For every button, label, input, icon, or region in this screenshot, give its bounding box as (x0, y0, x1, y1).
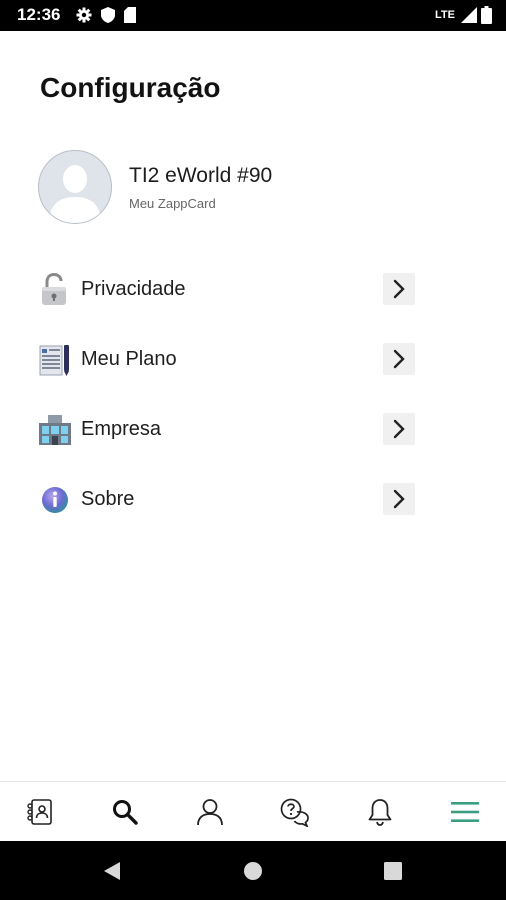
company-building-icon (39, 415, 71, 445)
system-navigation-bar (0, 841, 506, 900)
chevron-right-icon (393, 279, 405, 299)
menu-item-label: Privacidade (81, 278, 186, 300)
status-bar: 12:36 LTE (0, 0, 506, 31)
menu-item-meu-plano[interactable]: Meu Plano (38, 337, 418, 381)
nav-search-button[interactable] (107, 794, 143, 830)
status-notification-icons (76, 7, 136, 23)
profile-card[interactable]: TI2 eWorld #90 Meu ZappCard (38, 150, 478, 226)
plan-document-icon (39, 345, 69, 376)
nav-notifications-button[interactable] (362, 794, 398, 830)
profile-subtitle: Meu ZappCard (129, 196, 216, 211)
chevron-right-button[interactable] (383, 483, 415, 515)
settings-gear-icon (76, 7, 92, 23)
avatar[interactable] (38, 150, 112, 224)
menu-item-sobre[interactable]: Sobre (38, 477, 418, 521)
chevron-right-icon (393, 419, 405, 439)
bottom-navigation (0, 781, 506, 842)
recents-icon[interactable] (381, 859, 405, 883)
network-type: LTE (435, 9, 455, 21)
menu-item-label: Meu Plano (81, 348, 177, 370)
bell-icon (368, 799, 392, 826)
battery-icon (481, 6, 492, 24)
help-chat-icon (280, 798, 309, 827)
status-time: 12:36 (17, 5, 61, 24)
menu-icon (451, 802, 479, 822)
nav-menu-button[interactable] (447, 794, 483, 830)
sd-card-icon (124, 7, 136, 23)
nav-contacts-button[interactable] (22, 794, 58, 830)
back-icon[interactable] (100, 859, 124, 883)
menu-item-label: Empresa (81, 418, 162, 440)
menu-item-privacidade[interactable]: Privacidade (38, 267, 418, 311)
home-icon[interactable] (241, 859, 265, 883)
chevron-right-icon (393, 489, 405, 509)
nav-profile-button[interactable] (192, 794, 228, 830)
menu-item-empresa[interactable]: Empresa (38, 407, 418, 451)
chevron-right-icon (393, 349, 405, 369)
shield-icon (101, 7, 115, 23)
person-placeholder-icon (49, 165, 101, 223)
profile-name: TI2 eWorld #90 (129, 164, 273, 187)
chevron-right-button[interactable] (383, 413, 415, 445)
search-icon (113, 800, 138, 825)
status-system-icons: LTE (435, 6, 492, 24)
lock-icon (42, 273, 66, 305)
page-title: Configuração (40, 72, 221, 103)
signal-icon (461, 7, 477, 23)
nav-help-chat-button[interactable] (277, 794, 313, 830)
menu-item-label: Sobre (81, 488, 135, 510)
info-icon (42, 487, 68, 513)
person-icon (197, 799, 223, 826)
contacts-icon (27, 799, 52, 825)
chevron-right-button[interactable] (383, 343, 415, 375)
chevron-right-button[interactable] (383, 273, 415, 305)
